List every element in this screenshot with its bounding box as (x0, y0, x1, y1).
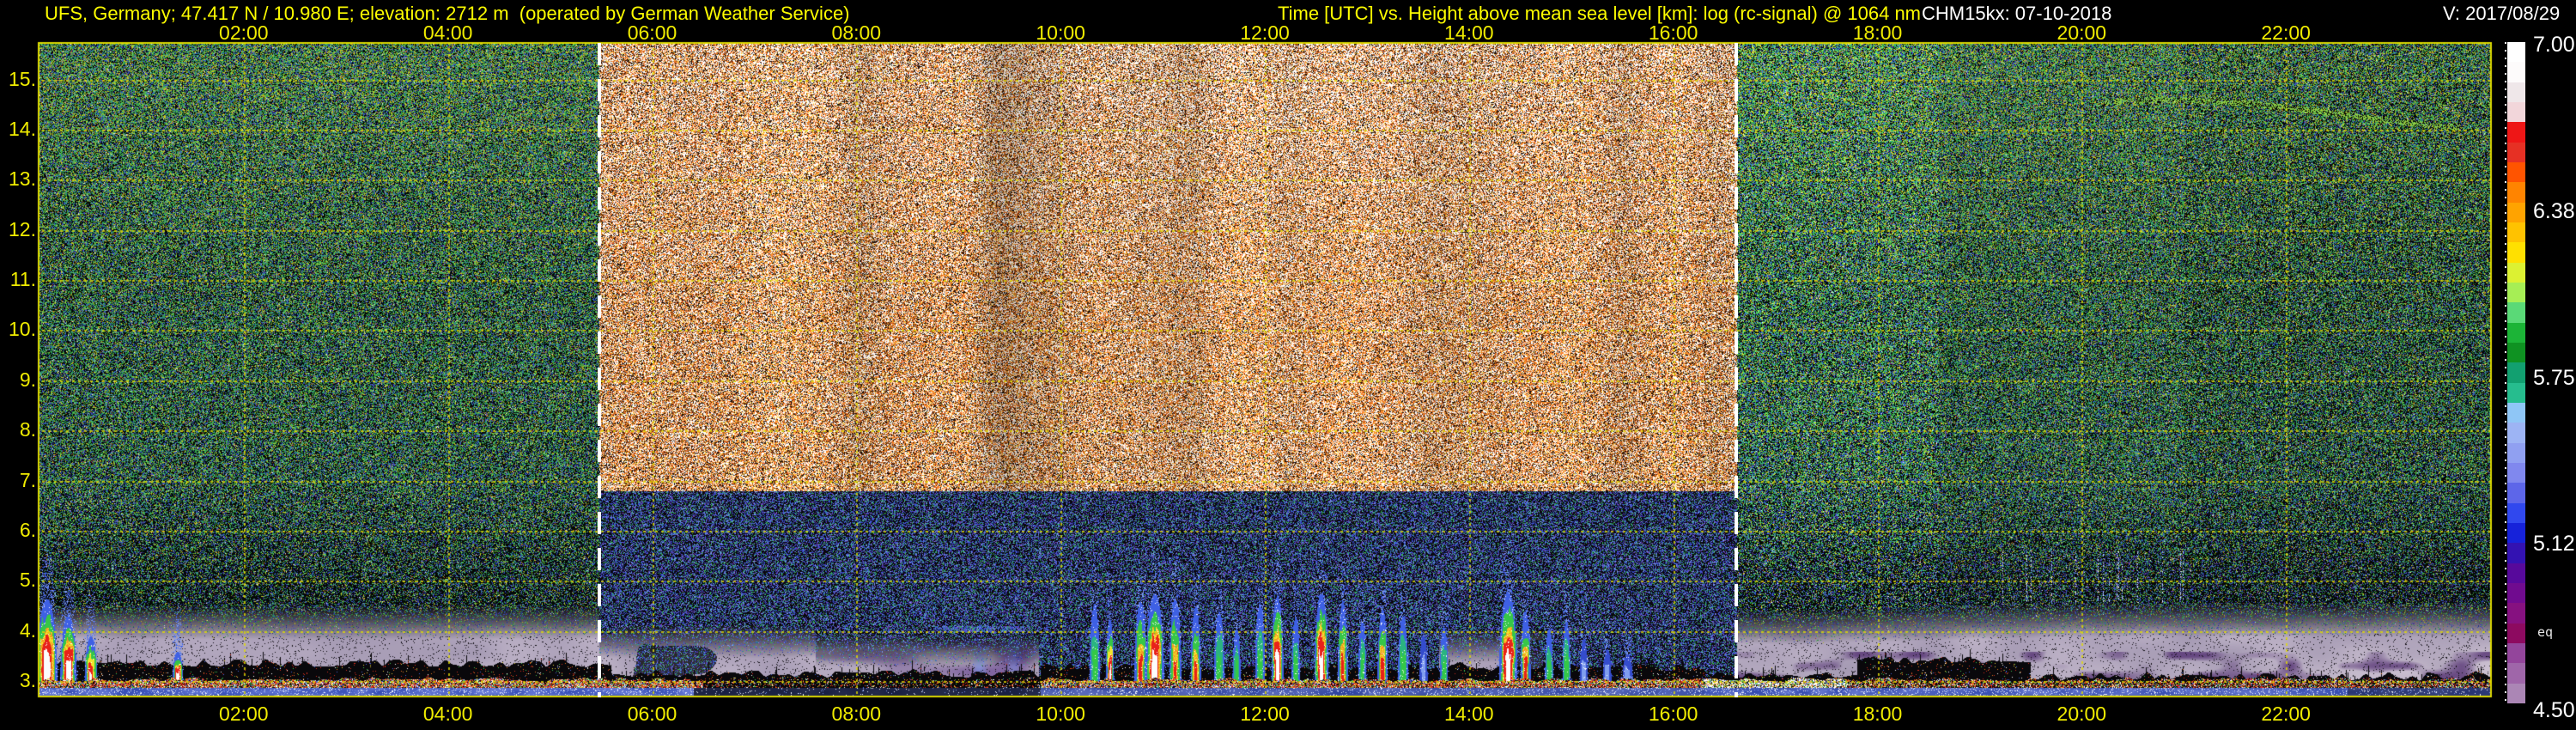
time-tick-label-bottom: 06:00 (627, 703, 677, 725)
height-tick-label: 4. (19, 618, 36, 642)
colorbar-step (2507, 62, 2525, 82)
height-tick-label: 9. (19, 368, 36, 391)
time-tick-label-top: 04:00 (422, 21, 473, 44)
colorbar-step (2507, 582, 2525, 604)
colorbar-step (2507, 603, 2525, 624)
colorbar-tick-label: 5.75 (2533, 365, 2575, 390)
time-tick-label-bottom: 14:00 (1444, 703, 1494, 725)
colorbar-step (2507, 483, 2525, 503)
height-tick-label: 7. (19, 468, 36, 491)
colorbar-tick-marks (2505, 42, 2506, 703)
time-tick-label-bottom: 12:00 (1240, 703, 1290, 725)
time-tick-label-bottom: 16:00 (1648, 703, 1698, 725)
time-tick-label-top: 12:00 (1240, 21, 1290, 44)
time-tick-label-top: 08:00 (831, 21, 882, 44)
time-tick-label-bottom: 04:00 (422, 703, 473, 725)
colorbar-step (2507, 462, 2525, 484)
time-tick-label-top: 22:00 (2261, 21, 2311, 44)
sunset-dashed-line (1735, 43, 1739, 697)
time-tick-label-bottom: 18:00 (1852, 703, 1903, 725)
height-tick-label: 10. (9, 318, 36, 341)
time-tick-label-bottom: 22:00 (2261, 703, 2311, 725)
time-tick-label-top: 10:00 (1036, 21, 1085, 44)
colorbar-step (2507, 663, 2525, 684)
time-tick-label-top: 14:00 (1444, 21, 1494, 44)
height-tick-label: 15. (9, 67, 36, 90)
height-tick-label: 6. (19, 519, 36, 542)
height-tick-label: 12. (9, 217, 36, 240)
colorbar-step (2507, 282, 2525, 303)
colorbar-step (2507, 302, 2525, 323)
colorbar-step (2507, 142, 2525, 162)
backscatter-heatmap-canvas[interactable] (0, 0, 2576, 730)
colorbar-step (2507, 42, 2525, 63)
time-tick-label-bottom: 08:00 (831, 703, 882, 725)
time-tick-label-top: 06:00 (627, 21, 677, 44)
time-tick-label-top: 16:00 (1648, 21, 1698, 44)
colorbar-step (2507, 382, 2525, 403)
colorbar-step (2507, 262, 2525, 283)
colorbar-step (2507, 423, 2525, 443)
colorbar-step (2507, 402, 2525, 423)
colorbar-step (2507, 242, 2525, 263)
colorbar-note: eq (2537, 624, 2554, 640)
colorbar-step (2507, 442, 2525, 463)
time-tick-label-top: 20:00 (2057, 21, 2107, 44)
colorbar-step (2507, 522, 2525, 544)
colorbar-tick-label: 4.50 (2533, 698, 2575, 722)
height-tick-label: 11. (9, 268, 36, 291)
time-tick-label-bottom: 02:00 (219, 703, 269, 725)
colorbar-step (2507, 502, 2525, 523)
sunrise-dashed-line (597, 43, 601, 697)
time-tick-label-top: 02:00 (219, 21, 269, 44)
height-tick-label: 13. (9, 167, 36, 191)
colorbar-tick-label: 7.00 (2533, 33, 2575, 57)
height-tick-label: 3. (19, 669, 36, 692)
colorbar-step (2507, 322, 2525, 343)
height-tick-label: 14. (9, 117, 36, 140)
colorbar-step (2507, 623, 2525, 643)
colorbar-step (2507, 362, 2525, 383)
time-tick-label-bottom: 20:00 (2057, 703, 2107, 725)
colorbar-step (2507, 342, 2525, 363)
height-tick-label: 5. (19, 569, 36, 592)
colorbar-step (2507, 161, 2525, 183)
time-tick-label-top: 18:00 (1852, 21, 1903, 44)
colorbar-step (2507, 222, 2525, 243)
colorbar (2507, 42, 2525, 703)
colorbar-step (2507, 101, 2525, 123)
colorbar-step (2507, 642, 2525, 664)
colorbar-step (2507, 543, 2525, 563)
colorbar-step (2507, 82, 2525, 102)
colorbar-step (2507, 683, 2525, 703)
colorbar-step (2507, 122, 2525, 143)
height-tick-label: 8. (19, 418, 36, 441)
colorbar-tick-label: 6.38 (2533, 198, 2575, 223)
colorbar-tick-label: 5.12 (2533, 532, 2575, 557)
plot-title: Time [UTC] vs. Height above mean sea lev… (1278, 3, 1922, 24)
colorbar-step (2507, 182, 2525, 203)
colorbar-step (2507, 563, 2525, 583)
ceilometer-quicklook-screen: UFS, Germany; 47.417 N / 10.980 E; eleva… (0, 0, 2576, 730)
colorbar-step (2507, 202, 2525, 222)
version-label: V: 2017/08/29 (2443, 3, 2561, 24)
time-tick-label-bottom: 10:00 (1036, 703, 1085, 725)
